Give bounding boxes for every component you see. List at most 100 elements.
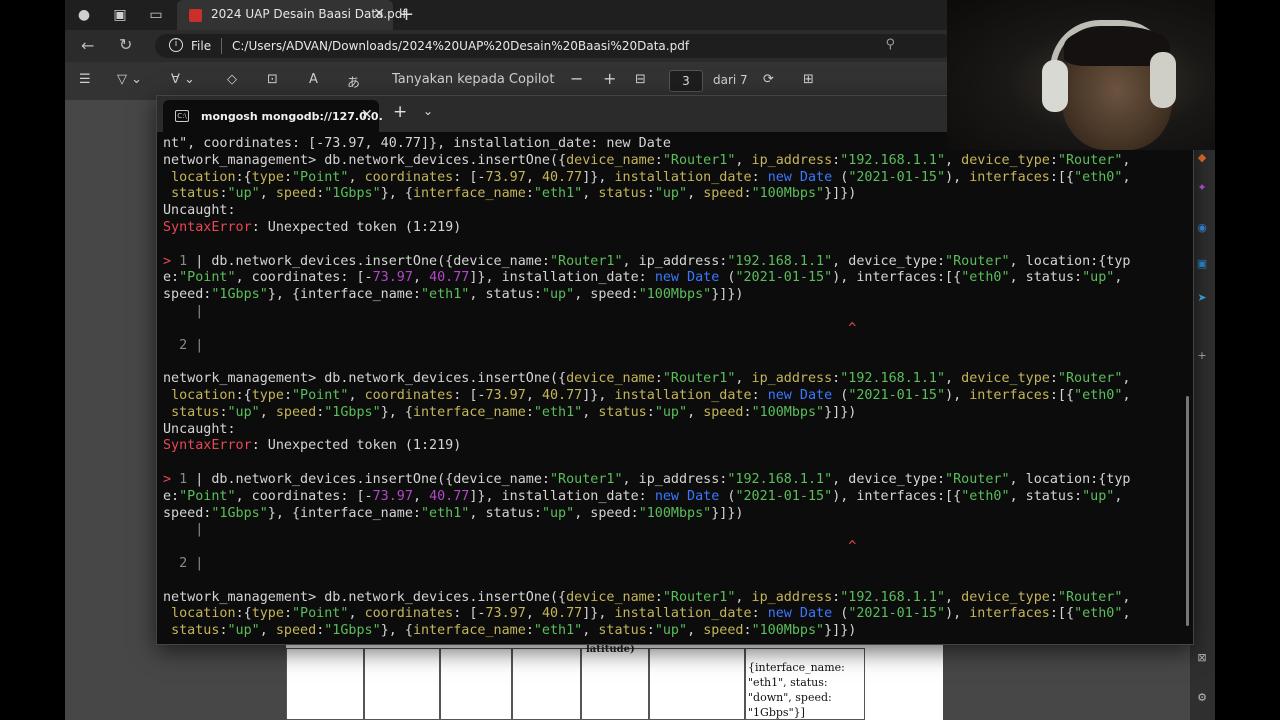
- terminal-token: (: [832, 387, 849, 403]
- terminal-token: ,: [525, 606, 542, 622]
- terminal-line: ^: [163, 321, 1183, 338]
- terminal-token: interface_name: [412, 186, 526, 202]
- terminal-token: :: [1049, 589, 1058, 605]
- terminal-token: :: [219, 186, 228, 202]
- left-letterbox: [0, 0, 65, 720]
- terminal-token: "1Gbps": [211, 287, 268, 303]
- telegram-icon[interactable]: ➤: [1194, 290, 1210, 306]
- terminal-output[interactable]: nt", coordinates: [-73.97, 40.77]}, inst…: [163, 136, 1183, 644]
- terminal-token: Uncaught:: [163, 203, 236, 219]
- terminal-token: new Date: [767, 387, 833, 403]
- terminal-scrollbar[interactable]: [1186, 396, 1189, 626]
- terminal-token: :[{: [1049, 387, 1075, 403]
- terminal-token: "Router1": [662, 152, 736, 168]
- highlight-pen-icon[interactable]: ▽ ⌄: [117, 72, 142, 87]
- zoom-magnifier-icon[interactable]: ⚲: [885, 37, 895, 52]
- terminal-token: :: [283, 169, 292, 185]
- screenshot-icon[interactable]: ⊠: [1194, 650, 1210, 666]
- terminal-token: "Router1": [662, 371, 736, 387]
- terminal-line: network_management> db.network_devices.i…: [163, 153, 1183, 170]
- terminal-token: "up": [654, 623, 688, 639]
- terminal-token: ,: [1122, 589, 1131, 605]
- close-terminal-tab-icon[interactable]: ✕: [361, 107, 373, 123]
- terminal-line: status:"up", speed:"1Gbps"}, {interface_…: [163, 186, 1183, 203]
- browser-tab-pdf[interactable]: 2024 UAP Desain Baasi Data.pdf ✕: [177, 0, 407, 30]
- terminal-token: "100Mbps": [638, 505, 712, 521]
- terminal-token: ),: [945, 169, 970, 185]
- new-terminal-tab-icon[interactable]: +: [393, 102, 407, 122]
- terminal-line: status:"up", speed:"1Gbps"}, {interface_…: [163, 623, 1183, 640]
- terminal-token: "100Mbps": [751, 186, 825, 202]
- settings-gear-icon[interactable]: ⚙: [1194, 690, 1210, 706]
- terminal-token: }]}): [711, 505, 744, 521]
- terminal-token: type: [251, 387, 284, 403]
- workspaces-icon[interactable]: ▣: [109, 5, 131, 25]
- address-url[interactable]: C:/Users/ADVAN/Downloads/2024%20UAP%20De…: [232, 39, 689, 53]
- terminal-token: "1Gbps": [324, 404, 381, 420]
- terminal-token: location: [171, 169, 236, 185]
- terminal-token: interface_name: [412, 404, 526, 420]
- terminal-token: ]}, installation_date:: [469, 488, 655, 504]
- back-arrow-icon[interactable]: ←: [81, 36, 94, 55]
- terminal-token: installation_date: [614, 169, 752, 185]
- rotate-icon[interactable]: ⟳: [763, 72, 774, 87]
- terminal-token: "up": [654, 186, 688, 202]
- contents-list-icon[interactable]: ☰: [79, 72, 91, 87]
- page-view-icon[interactable]: ⊞: [803, 72, 814, 87]
- refresh-icon[interactable]: ↻: [119, 35, 132, 54]
- terminal-token: | db.network_devices.insertOne({device_n…: [195, 253, 550, 269]
- page-number-input[interactable]: 3: [669, 70, 703, 92]
- terminal-line: e:"Point", coordinates: [-73.97, 40.77]}…: [163, 270, 1183, 287]
- terminal-token: "192.168.1.1": [727, 471, 833, 487]
- terminal-token: "eth1": [421, 505, 470, 521]
- translate-icon[interactable]: あ: [347, 72, 360, 91]
- eraser-icon[interactable]: ◇: [227, 72, 237, 87]
- read-aloud-icon[interactable]: A: [309, 72, 318, 87]
- terminal-token: 73.97: [372, 488, 413, 504]
- terminal-token: :: [751, 606, 768, 622]
- terminal-line: status:"up", speed:"1Gbps"}, {interface_…: [163, 405, 1183, 422]
- zoom-in-button[interactable]: +: [603, 69, 616, 88]
- terminal-line: speed:"1Gbps"}, {interface_name:"eth1", …: [163, 287, 1183, 304]
- close-tab-icon[interactable]: ✕: [373, 6, 385, 22]
- terminal-token: :: [654, 589, 663, 605]
- zoom-out-button[interactable]: −: [570, 69, 583, 88]
- new-tab-icon[interactable]: +: [399, 4, 414, 25]
- terminal-token: ), interfaces:[{: [832, 270, 962, 286]
- terminal-token: ip_address: [751, 371, 833, 387]
- terminal-token: device_name: [566, 589, 655, 605]
- copilot-button[interactable]: Tanyakan kepada Copilot: [392, 72, 554, 87]
- draw-icon[interactable]: ∀ ⌄: [171, 72, 195, 87]
- games-icon[interactable]: ✦: [1194, 180, 1210, 196]
- interface-line: "1Gbps"}]: [748, 706, 805, 719]
- terminal-token: new Date: [767, 606, 833, 622]
- terminal-token: ,: [348, 387, 365, 403]
- terminal-token: :: [646, 186, 655, 202]
- terminal-token: : [-: [453, 169, 486, 185]
- terminal-dropdown-icon[interactable]: ⌄: [423, 104, 433, 118]
- terminal-token: 40.77: [541, 169, 583, 185]
- info-icon[interactable]: i: [169, 38, 183, 52]
- fit-page-icon[interactable]: ⊟: [635, 72, 646, 87]
- terminal-token: : Unexpected token (1:219): [251, 438, 462, 454]
- address-bar[interactable]: i File C:/Users/ADVAN/Downloads/2024%20U…: [155, 34, 955, 58]
- terminal-token: :: [832, 371, 841, 387]
- terminal-line: SyntaxError: Unexpected token (1:219): [163, 438, 1183, 455]
- sidebar-add-icon[interactable]: +: [1194, 348, 1210, 364]
- terminal-token: interface_name: [412, 623, 526, 639]
- tab-actions-icon[interactable]: ▭: [145, 5, 167, 25]
- terminal-token: "192.168.1.1": [840, 589, 946, 605]
- terminal-token: , status:: [1009, 488, 1083, 504]
- terminal-token: , coordinates: [-: [235, 488, 373, 504]
- tools-icon[interactable]: ◉: [1194, 220, 1210, 236]
- address-divider: [221, 38, 222, 54]
- text-box-icon[interactable]: ⊡: [267, 72, 278, 87]
- terminal-token: coordinates: [364, 606, 454, 622]
- pdf-page: latitude) {interface_name: "eth1", statu…: [286, 640, 943, 720]
- terminal-token: ,: [1122, 371, 1131, 387]
- profile-avatar-icon[interactable]: ●: [73, 5, 95, 25]
- outlook-icon[interactable]: ▣: [1194, 256, 1210, 272]
- terminal-tab[interactable]: C:\ mongosh mongodb://127.0.0. ✕: [163, 100, 383, 132]
- shopping-icon[interactable]: ◆: [1194, 150, 1210, 166]
